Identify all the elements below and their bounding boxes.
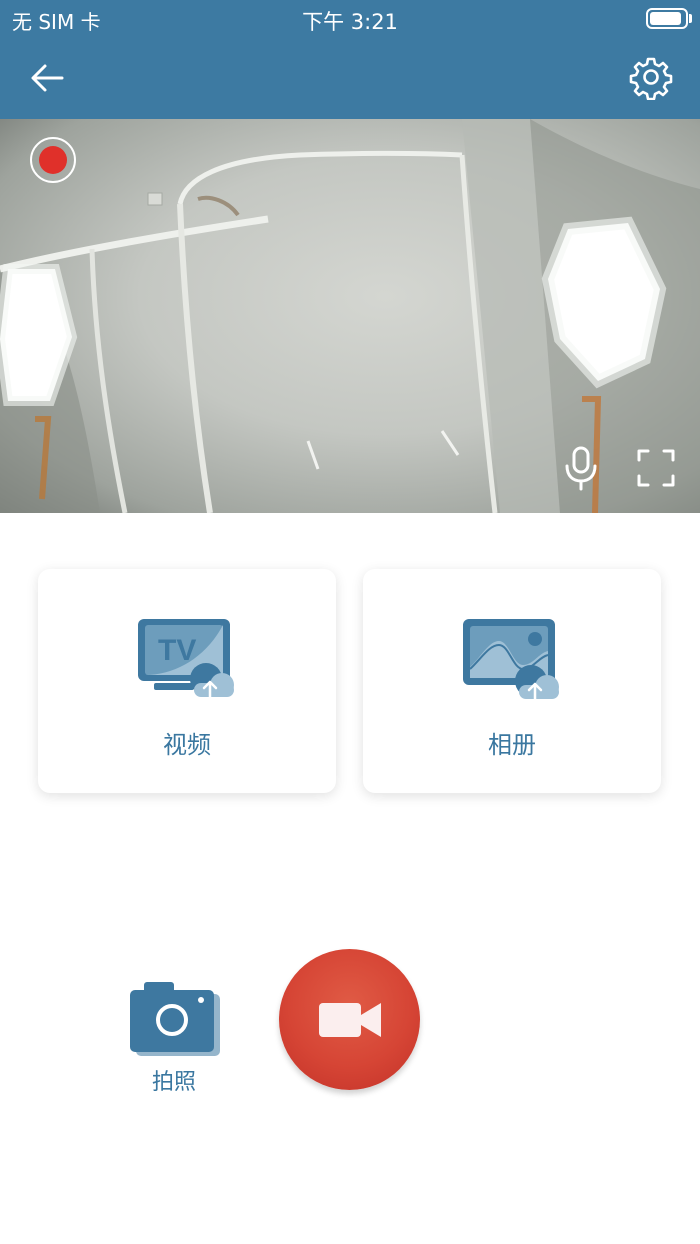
camera-icon (130, 982, 220, 1056)
top-bar: 无 SIM 卡 下午 3:21 (0, 0, 700, 119)
battery-tip (689, 14, 692, 23)
settings-button[interactable] (628, 54, 674, 101)
microphone-icon (565, 446, 597, 491)
video-card-label: 视频 (163, 731, 211, 759)
battery-icon (646, 8, 688, 29)
status-time: 下午 3:21 (302, 10, 398, 34)
video-card[interactable]: TV 视频 (38, 569, 336, 793)
album-card[interactable]: 相册 (363, 569, 661, 793)
take-photo-button[interactable] (126, 978, 222, 1062)
video-camera-icon (319, 1003, 381, 1037)
record-video-button[interactable] (279, 949, 420, 1090)
recording-dot (39, 146, 67, 174)
take-photo-label: 拍照 (151, 1070, 196, 1095)
camera-preview[interactable] (0, 119, 700, 513)
battery-level (650, 12, 681, 25)
recording-indicator[interactable] (30, 137, 76, 183)
back-button[interactable] (26, 56, 70, 100)
arrow-left-icon (31, 64, 64, 92)
gear-icon (629, 57, 673, 101)
album-card-label: 相册 (488, 731, 536, 759)
microphone-button[interactable] (560, 445, 602, 491)
image-upload-icon (461, 617, 565, 701)
tv-upload-icon: TV (136, 617, 240, 701)
fullscreen-button[interactable] (636, 448, 676, 488)
svg-text:TV: TV (158, 634, 196, 667)
fullscreen-icon (637, 449, 675, 487)
